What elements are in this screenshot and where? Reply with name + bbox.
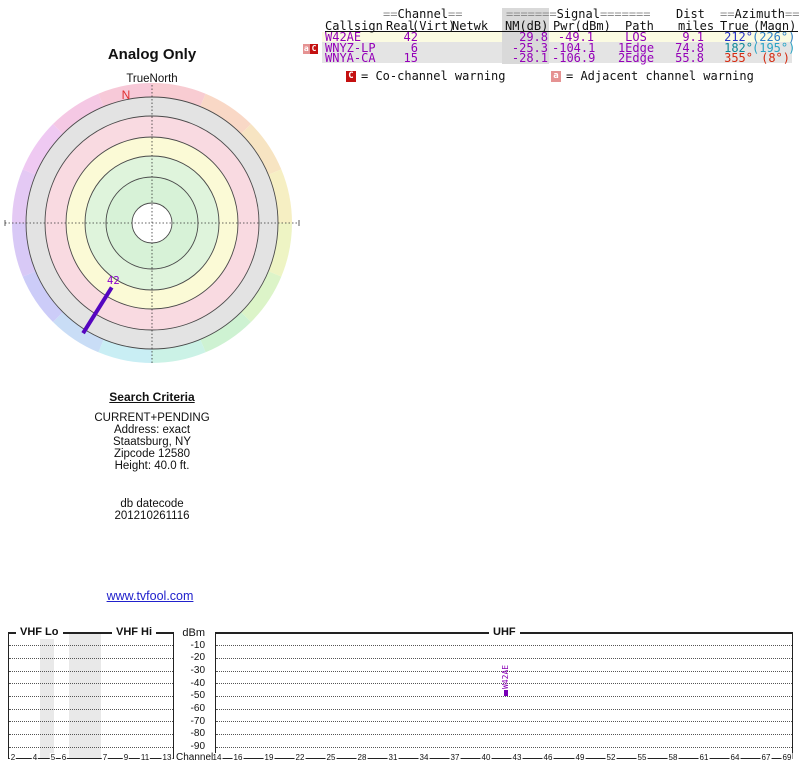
dbm-tick-label: -60 (190, 703, 205, 715)
dist-group-header: Dist (676, 7, 705, 21)
cell-real-channel: 15 (403, 51, 418, 66)
dbm-gridline (9, 657, 173, 659)
tvfool-link[interactable]: www.tvfool.com (30, 589, 270, 603)
channel-tick-label: 31 (387, 753, 399, 762)
channel-tick-label: 2 (9, 753, 17, 762)
dbm-tick-label: -80 (190, 728, 205, 740)
uhf-band-label: UHF (489, 626, 520, 639)
criteria-line: CURRENT+PENDING (94, 412, 210, 424)
co-channel-legend-icon: C (346, 70, 356, 82)
azimuth-group-header: ==Azimuth== (720, 7, 800, 21)
dbm-gridline (9, 670, 173, 672)
channel-tick-label: 11 (139, 753, 151, 762)
channel-tick-label: 67 (760, 753, 772, 762)
channel-tick-label: 69 (781, 753, 793, 762)
dbm-axis-label: dBm (182, 627, 205, 639)
channel-tick-label: 46 (542, 753, 554, 762)
dbm-gridline (9, 695, 173, 697)
channel-tick-label: 49 (574, 753, 586, 762)
dbm-tick-label: -90 (190, 741, 205, 753)
vhf-lo-band-label: VHF Lo (16, 626, 63, 639)
channel-tick-label: 19 (263, 753, 275, 762)
channel-tick-label: 6 (60, 753, 68, 762)
dbm-tick-label: -50 (190, 690, 205, 702)
vhf-hi-band-label: VHF Hi (112, 626, 157, 639)
true-north-label: TrueNorth (126, 73, 177, 85)
station-signal-bar (503, 689, 508, 696)
adjacent-channel-warning-icon: a (303, 44, 310, 54)
dbm-gridline (9, 733, 173, 735)
channel-tick-label: 55 (636, 753, 648, 762)
header-underline (325, 30, 798, 32)
dbm-gridline (9, 708, 173, 710)
db-datecode-value: 201210261116 (114, 510, 190, 522)
dbm-tick-label: -30 (190, 665, 205, 677)
channel-tick-label: 37 (449, 753, 461, 762)
dbm-gridline (9, 683, 173, 685)
station-marker-label: W42AE (501, 664, 510, 689)
channel-tick-label: 16 (232, 753, 244, 762)
co-channel-warning-icon: C (310, 44, 318, 54)
criteria-line: Staatsburg, NY (113, 436, 191, 448)
vhf-panel (8, 633, 174, 759)
dbm-gridline (9, 746, 173, 748)
dbm-tick-label: -40 (190, 677, 205, 689)
channel-tick-label: 5 (49, 753, 57, 762)
cell-distance: 55.8 (675, 51, 704, 66)
tvfool-report-page: 42 Analog Only TrueNorth N ==Channel== =… (0, 0, 800, 768)
channel-tick-label: 61 (698, 753, 710, 762)
channel-tick-label: 58 (667, 753, 679, 762)
col-header-virt: (Virt) (412, 18, 456, 33)
dbm-gridline (216, 708, 792, 710)
channel-tick-label: 34 (418, 753, 430, 762)
dbm-gridline (9, 645, 173, 647)
channel-tick-label: 13 (161, 753, 173, 762)
channel-tick-label: 22 (294, 753, 306, 762)
channel-tick-label: 25 (325, 753, 337, 762)
dbm-gridline (216, 733, 792, 735)
adjacent-channel-legend-icon: a (551, 70, 561, 82)
cell-azimuth-true: 355° (724, 51, 753, 66)
cell-azimuth-magnetic: (8°) (761, 51, 790, 66)
channel-tick-label: 52 (605, 753, 617, 762)
channel-tick-label: 7 (101, 753, 109, 762)
col-header-netwk: Netwk (452, 18, 489, 33)
signal-line-channel-label: 42 (107, 275, 120, 287)
channel-axis-label: Channel (176, 752, 214, 763)
dbm-gridline (216, 695, 792, 697)
db-datecode-label: db datecode (120, 498, 184, 510)
north-marker: N (122, 88, 131, 102)
signal-group-header: =======Signal======= (506, 7, 651, 21)
criteria-line: Address: exact (113, 424, 191, 436)
channel-tick-label: 43 (511, 753, 523, 762)
criteria-line: Height: 40.0 ft. (114, 460, 190, 472)
co-channel-legend-text: = Co-channel warning (361, 69, 506, 83)
search-criteria-title: Search Criteria (109, 390, 195, 404)
dbm-gridline (216, 645, 792, 647)
channel-tick-label: 40 (480, 753, 492, 762)
adjacent-channel-legend-text: = Adjacent channel warning (566, 69, 754, 83)
channel-tick-label: 4 (31, 753, 39, 762)
cell-power: -106.9 (552, 51, 596, 66)
search-criteria-block: Search Criteria CURRENT+PENDING Address:… (32, 391, 272, 522)
dbm-gridline (216, 746, 792, 748)
channel-group-header: ==Channel== (383, 7, 463, 21)
dbm-gridline (9, 721, 173, 723)
dbm-gridline (216, 721, 792, 723)
channel-tick-label: 28 (356, 753, 368, 762)
polar-radar-plot: 42 Analog Only TrueNorth N (4, 46, 300, 365)
dbm-tick-label: -70 (190, 715, 205, 727)
criteria-line: Zipcode 12580 (113, 448, 191, 460)
dbm-tick-label: -20 (190, 652, 205, 664)
cell-noise-margin: -28.1 (511, 51, 548, 66)
dbm-tick-label: -10 (190, 639, 205, 651)
channel-tick-label: 9 (122, 753, 130, 762)
channel-tick-label: 64 (729, 753, 741, 762)
cell-path: 2Edge (617, 51, 655, 66)
polar-plot-title: Analog Only (108, 46, 197, 63)
